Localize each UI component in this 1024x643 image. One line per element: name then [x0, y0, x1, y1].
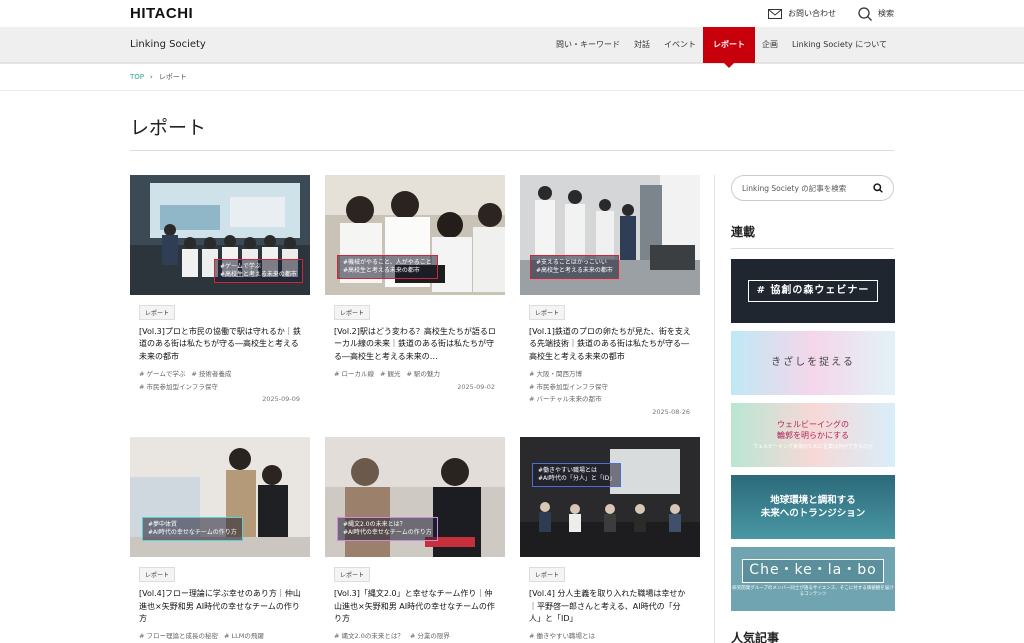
hitachi-logo[interactable]: HITACHI: [130, 5, 193, 22]
series-banner-transition[interactable]: 地球環境と調和する 未来へのトランジション: [731, 475, 895, 539]
thumbnail-overlay-text: #ゲームで学ぶ #高校生と考える未来の都市: [214, 259, 303, 283]
article-grid: #ゲームで学ぶ #高校生と考える未来の都市 レポート [Vol.3]プロと市民の…: [130, 175, 700, 643]
category-tag[interactable]: レポート: [334, 567, 371, 583]
article-thumbnail[interactable]: #ゲームで学ぶ #高校生と考える未来の都市: [130, 175, 310, 295]
keyword-list: # 大阪・関西万博 # 市民参加型インフラ保守 # バーチャル未来の都市: [529, 368, 691, 406]
banner-text: 地球環境と調和する 未来へのトランジション: [760, 494, 866, 519]
keyword[interactable]: # バーチャル未来の都市: [529, 395, 601, 403]
series-banner-kizashi[interactable]: きざしを捉える: [731, 331, 895, 395]
top-bar: HITACHI お問い合わせ 検索: [0, 0, 1024, 27]
article-title[interactable]: [Vol.3]「縄文2.0」と幸せなチーム作り｜仲山進也×矢野和男 AI時代の幸…: [334, 588, 496, 626]
search-icon: [858, 6, 872, 21]
article-card[interactable]: #支えることはかっこいい #高校生と考える未来の都市 レポート [Vol.1]鉄…: [520, 175, 700, 419]
thumbnail-overlay-text: #機械がやること、人がやること #高校生と考える未来の都市: [337, 255, 438, 279]
keyword[interactable]: # 観光: [380, 370, 401, 378]
banner-subtext: 研究開発グループのメンバー同士が語るサイエンス、そこに付する価値観を届けるコンテ…: [732, 586, 894, 598]
keyword[interactable]: # 働きやすい職場とは: [529, 632, 595, 640]
sidebar: Linking Society の記事を検索 連載 # 協創の森ウェビナー きざ…: [714, 175, 895, 643]
popular-heading: 人気記事: [731, 631, 780, 643]
banner-text: ウェルビーイングの 輪郭を明らかにする: [776, 419, 850, 440]
article-title[interactable]: [Vol.2]駅はどう変わる？高校生たちが語るローカル線の未来｜鉄道のある街は私…: [334, 326, 496, 364]
thumbnail-overlay-text: #夢中体質 #AI時代の幸せなチームの作り方: [142, 517, 243, 541]
article-card[interactable]: #ゲームで学ぶ #高校生と考える未来の都市 レポート [Vol.3]プロと市民の…: [130, 175, 310, 419]
article-date: 2025-09-02: [457, 382, 495, 391]
keyword[interactable]: # 大阪・関西万博: [529, 370, 582, 378]
category-tag[interactable]: レポート: [529, 567, 566, 583]
series-banner-chekelabo[interactable]: Che・ke・la・bo 研究開発グループのメンバー同士が語るサイエンス、そこに…: [731, 547, 895, 611]
nav-item-projects[interactable]: 企画: [755, 27, 785, 63]
thumbnail-overlay-text: #縄文2.0の未来とは？ #AI時代の幸せなチームの作り方: [337, 517, 438, 541]
main-content: #ゲームで学ぶ #高校生と考える未来の都市 レポート [Vol.3]プロと市民の…: [0, 151, 1024, 643]
keyword[interactable]: # LLMの飛躍: [224, 632, 264, 640]
keyword-list: # フロー理論と成長の秘密 # LLMの飛躍: [139, 630, 301, 643]
article-card[interactable]: #働きやすい職場とは #AI時代の「分人」と「ID」 レポート [Vol.4] …: [520, 437, 700, 643]
article-title[interactable]: [Vol.4] 分人主義を取り入れた職場は幸せか｜平野啓一郎さんと考える、AI時…: [529, 588, 691, 626]
keyword[interactable]: # 縄文2.0の未来とは？: [334, 632, 404, 640]
breadcrumb-separator: ›: [150, 73, 153, 81]
keyword[interactable]: # 市民参加型インフラ保守: [139, 383, 218, 391]
search-icon[interactable]: [873, 183, 883, 193]
category-tag[interactable]: レポート: [139, 567, 176, 583]
thumbnail-overlay-text: #働きやすい職場とは #AI時代の「分人」と「ID」: [532, 463, 622, 487]
page-title: レポート: [130, 113, 894, 151]
keyword-list: # ゲームで学ぶ # 技術者養成 # 市民参加型インフラ保守: [139, 368, 301, 393]
article-date: 2025-08-26: [652, 408, 690, 417]
utility-links: お問い合わせ 検索: [768, 6, 894, 21]
banner-text: きざしを捉える: [771, 357, 855, 368]
breadcrumb-top[interactable]: TOP: [130, 73, 144, 81]
article-thumbnail[interactable]: #機械がやること、人がやること #高校生と考える未来の都市: [325, 175, 505, 295]
nav-bar: Linking Society 問い・キーワード 対話 イベント レポート 企画…: [0, 26, 1024, 68]
keyword[interactable]: # ゲームで学ぶ: [139, 370, 185, 378]
keyword[interactable]: # 駅の魅力: [407, 370, 441, 378]
search-label: 検索: [878, 9, 894, 18]
main-nav: 問い・キーワード 対話 イベント レポート 企画 Linking Society…: [549, 26, 894, 68]
thumbnail-overlay-text: #支えることはかっこいい #高校生と考える未来の都市: [530, 255, 619, 279]
keyword[interactable]: # 市民参加型インフラ保守: [529, 383, 608, 391]
article-title[interactable]: [Vol.4]フロー理論に学ぶ幸せのあり方｜仲山進也×矢野和男 AI時代の幸せな…: [139, 588, 301, 626]
page-title-section: レポート: [0, 91, 1024, 151]
nav-item-reports[interactable]: レポート: [703, 26, 755, 68]
article-card[interactable]: #縄文2.0の未来とは？ #AI時代の幸せなチームの作り方 レポート [Vol.…: [325, 437, 505, 643]
series-banner-webinar[interactable]: # 協創の森ウェビナー: [731, 259, 895, 323]
article-thumbnail[interactable]: #縄文2.0の未来とは？ #AI時代の幸せなチームの作り方: [325, 437, 505, 558]
series-banner-wellbeing[interactable]: ウェルビーイングの 輪郭を明らかにする ウェルビーイング実現のために企業は何がで…: [731, 403, 895, 467]
article-date: 2025-09-09: [262, 395, 300, 404]
article-search-box[interactable]: Linking Society の記事を検索: [731, 175, 894, 201]
article-title[interactable]: [Vol.3]プロと市民の協働で駅は守れるか｜鉄道のある街は私たちが守る―高校生…: [139, 326, 301, 364]
series-heading: 連載: [731, 223, 894, 249]
breadcrumb: TOP › レポート: [130, 72, 187, 82]
search-link[interactable]: 検索: [858, 6, 894, 21]
keyword-list: # 働きやすい職場とは: [529, 630, 691, 643]
keyword[interactable]: # フロー理論と成長の秘密: [139, 632, 218, 640]
banner-text: # 協創の森ウェビナー: [747, 280, 879, 302]
breadcrumb-bar: TOP › レポート: [0, 63, 1024, 91]
keyword-list: # 縄文2.0の未来とは？ # 分業の限界: [334, 630, 496, 643]
article-thumbnail[interactable]: #夢中体質 #AI時代の幸せなチームの作り方: [130, 437, 310, 558]
nav-item-questions[interactable]: 問い・キーワード: [549, 27, 627, 63]
article-search-placeholder: Linking Society の記事を検索: [742, 183, 847, 193]
keyword[interactable]: # ローカル線: [334, 370, 374, 378]
keyword[interactable]: # 技術者養成: [191, 370, 231, 378]
banner-subtext: ウェルビーイング実現のために企業は何ができるのか: [753, 444, 873, 451]
nav-item-dialogue[interactable]: 対話: [627, 27, 657, 63]
keyword[interactable]: # 分業の限界: [410, 632, 450, 640]
breadcrumb-current: レポート: [158, 73, 187, 81]
article-card[interactable]: #機械がやること、人がやること #高校生と考える未来の都市 レポート [Vol.…: [325, 175, 505, 419]
nav-item-events[interactable]: イベント: [657, 27, 703, 63]
mail-icon: [768, 8, 782, 19]
site-name[interactable]: Linking Society: [130, 39, 206, 50]
contact-link[interactable]: お問い合わせ: [768, 8, 836, 19]
panel-photo: [520, 437, 700, 558]
contact-label: お問い合わせ: [788, 9, 836, 18]
category-tag[interactable]: レポート: [139, 305, 176, 320]
banner-text: Che・ke・la・bo: [742, 559, 884, 583]
article-card[interactable]: #夢中体質 #AI時代の幸せなチームの作り方 レポート [Vol.4]フロー理論…: [130, 437, 310, 643]
category-tag[interactable]: レポート: [529, 305, 566, 320]
article-thumbnail[interactable]: #働きやすい職場とは #AI時代の「分人」と「ID」: [520, 437, 700, 558]
article-thumbnail[interactable]: #支えることはかっこいい #高校生と考える未来の都市: [520, 175, 700, 295]
category-tag[interactable]: レポート: [334, 305, 371, 320]
article-title[interactable]: [Vol.1]鉄道のプロの卵たちが見た、街を支える先端技術｜鉄道のある街は私たち…: [529, 326, 691, 364]
keyword-list: # ローカル線 # 観光 # 駅の魅力: [334, 368, 496, 381]
nav-item-about[interactable]: Linking Society について: [785, 27, 894, 63]
